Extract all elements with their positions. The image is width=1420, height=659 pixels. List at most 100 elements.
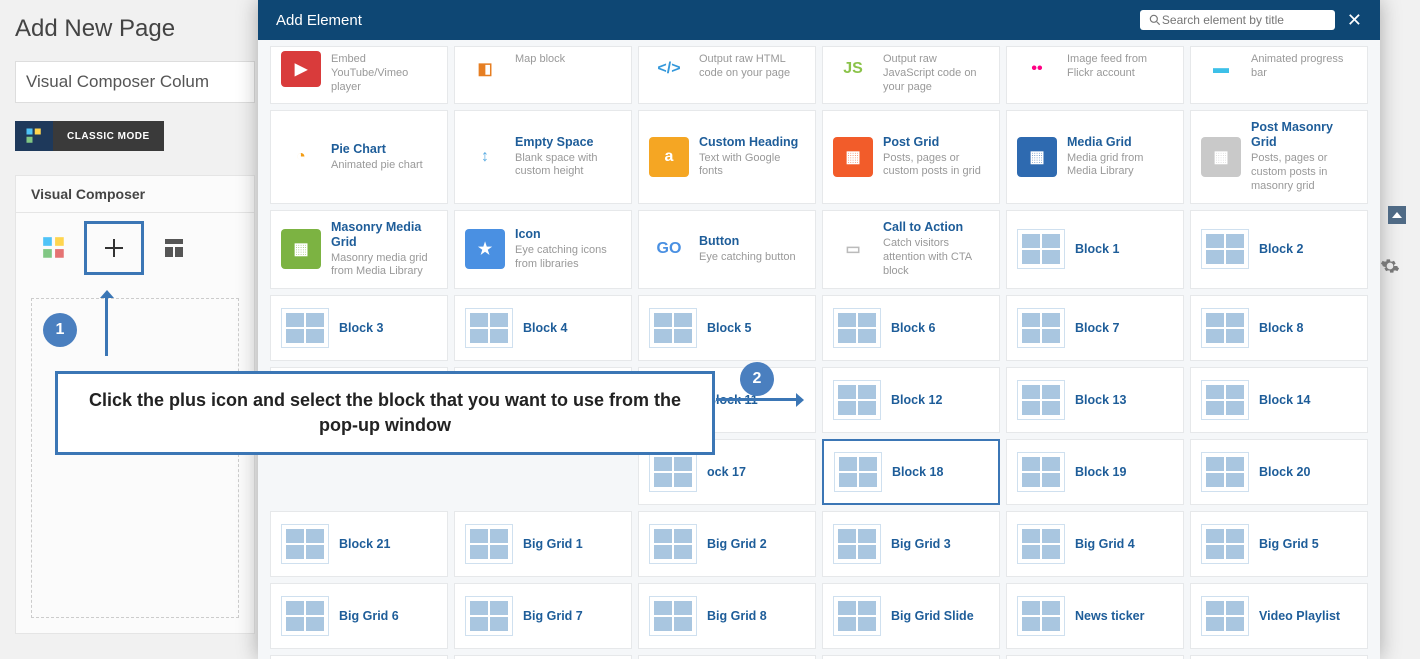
element-cell[interactable]: Block 19 [1006, 439, 1184, 505]
element-desc: Media grid from Media Library [1067, 152, 1173, 180]
element-icon: ◧ [465, 51, 505, 87]
element-cell[interactable]: Big Grid 7 [454, 583, 632, 649]
element-cell[interactable]: ▭Call to ActionCatch visitors attention … [822, 210, 1000, 290]
element-cell[interactable]: Popular category [1006, 655, 1184, 659]
element-cell[interactable]: Big Grid 4 [1006, 511, 1184, 577]
vc-logo-tool[interactable] [24, 221, 84, 275]
element-icon: ★ [465, 229, 505, 269]
element-cell[interactable]: ▦Masonry Media GridMasonry media grid fr… [270, 210, 448, 290]
element-desc: Posts, pages or custom posts in masonry … [1251, 152, 1357, 193]
element-cell[interactable]: </>Output raw HTML code on your page [638, 46, 816, 104]
element-cell[interactable]: Block 12 [822, 367, 1000, 433]
element-cell[interactable]: ◧ Map block [454, 46, 632, 104]
element-cell[interactable]: ◔Pie ChartAnimated pie chart [270, 110, 448, 203]
element-icon: GO [649, 229, 689, 269]
annotation-arrow-2 [716, 398, 796, 401]
element-cell[interactable]: Video Playlist [1190, 583, 1368, 649]
add-element-modal: Add Element ✕ ▶Embed YouTube/Vimeo playe… [258, 0, 1380, 659]
element-cell[interactable]: Big Grid 5 [1190, 511, 1368, 577]
element-cell[interactable]: Block 7 [1006, 295, 1184, 361]
annotation-bubble-1: 1 [43, 313, 77, 347]
element-cell[interactable]: Ad box [454, 655, 632, 659]
element-title: Icon [515, 227, 621, 242]
scroll-up-icon[interactable] [1388, 206, 1406, 224]
element-cell[interactable]: Authors box [638, 655, 816, 659]
element-cell[interactable]: Block 6 [822, 295, 1000, 361]
classic-mode-button[interactable]: CLASSIC MODE [53, 121, 164, 151]
template-button[interactable] [144, 221, 204, 275]
element-desc: Blank space with custom height [515, 152, 621, 180]
page-title-input[interactable] [15, 61, 255, 103]
element-icon: ▭ [833, 229, 873, 269]
annotation-bubble-2: 2 [740, 362, 774, 396]
modal-title: Add Element [276, 12, 362, 29]
element-desc: Catch visitors attention with CTA block [883, 237, 989, 278]
element-cell[interactable]: Block 20 [1190, 439, 1368, 505]
element-icon: •• [1017, 51, 1057, 87]
element-cell[interactable]: Block 8 [1190, 295, 1368, 361]
element-cell[interactable]: Block 2 [1190, 210, 1368, 290]
element-cell[interactable]: ▦Post Masonry GridPosts, pages or custom… [1190, 110, 1368, 203]
element-cell[interactable]: Block 1 [1006, 210, 1184, 290]
element-cell[interactable]: Big Grid 2 [638, 511, 816, 577]
layout-thumb-icon [465, 596, 513, 636]
element-cell[interactable]: JSOutput raw JavaScript code on your pag… [822, 46, 1000, 104]
element-title: Block 1 [1075, 242, 1173, 257]
annotation-arrow-1 [105, 298, 108, 356]
layout-thumb-icon [1201, 452, 1249, 492]
layout-thumb-icon [1201, 308, 1249, 348]
element-title: Custom Heading [699, 135, 805, 150]
element-cell[interactable]: Big Grid Slide [822, 583, 1000, 649]
layout-thumb-icon [1017, 452, 1065, 492]
element-title: Big Grid 5 [1259, 537, 1357, 552]
close-icon[interactable]: ✕ [1341, 10, 1368, 31]
element-desc: Animated progress bar [1251, 53, 1357, 81]
element-cell[interactable]: Homepage post [822, 655, 1000, 659]
element-cell[interactable]: Block 18 [822, 439, 1000, 505]
layout-thumb-icon [833, 596, 881, 636]
element-cell[interactable]: Block 14 [1190, 367, 1368, 433]
element-cell[interactable]: Block 5 [638, 295, 816, 361]
layout-thumb-icon [1017, 229, 1065, 269]
element-cell[interactable]: News ticker [1006, 583, 1184, 649]
element-icon: ▦ [281, 229, 321, 269]
element-cell[interactable]: ▬Animated progress bar [1190, 46, 1368, 104]
element-cell[interactable]: Block 3 [270, 295, 448, 361]
layout-thumb-icon [1201, 524, 1249, 564]
gear-icon[interactable] [1380, 256, 1400, 281]
element-cell[interactable]: Big Grid 3 [822, 511, 1000, 577]
add-element-button[interactable] [84, 221, 144, 275]
element-cell[interactable]: ★IconEye catching icons from libraries [454, 210, 632, 290]
element-cell[interactable]: Big Grid 8 [638, 583, 816, 649]
layout-thumb-icon [833, 380, 881, 420]
element-icon: JS [833, 51, 873, 87]
layout-thumb-icon [833, 524, 881, 564]
element-desc: Posts, pages or custom posts in grid [883, 152, 989, 180]
modal-header: Add Element ✕ [258, 0, 1380, 40]
element-cell[interactable]: Block 4 [454, 295, 632, 361]
element-cell[interactable]: ▦Media GridMedia grid from Media Library [1006, 110, 1184, 203]
element-cell[interactable]: ↕Empty SpaceBlank space with custom heig… [454, 110, 632, 203]
layout-thumb-icon [649, 452, 697, 492]
element-cell[interactable]: Block 21 [270, 511, 448, 577]
layout-thumb-icon [1201, 229, 1249, 269]
search-input[interactable] [1162, 13, 1327, 27]
element-desc: Map block [515, 53, 621, 67]
element-desc: Masonry media grid from Media Library [331, 252, 437, 280]
element-cell[interactable]: Video Playlist [270, 655, 448, 659]
element-cell[interactable]: ▦Post GridPosts, pages or custom posts i… [822, 110, 1000, 203]
element-title: Big Grid 4 [1075, 537, 1173, 552]
element-title: Big Grid 7 [523, 609, 621, 624]
element-title: Block 8 [1259, 321, 1357, 336]
element-cell[interactable]: Big Grid 6 [270, 583, 448, 649]
element-cell[interactable]: ▶Embed YouTube/Vimeo player [270, 46, 448, 104]
element-cell[interactable]: aCustom HeadingText with Google fonts [638, 110, 816, 203]
search-box[interactable] [1140, 10, 1335, 30]
element-cell[interactable]: Block 13 [1006, 367, 1184, 433]
element-cell[interactable]: Slide [1190, 655, 1368, 659]
element-cell[interactable]: GOButtonEye catching button [638, 210, 816, 290]
element-cell[interactable]: Big Grid 1 [454, 511, 632, 577]
layout-thumb-icon [834, 452, 882, 492]
element-desc: Embed YouTube/Vimeo player [331, 53, 437, 94]
element-cell[interactable]: ••Image feed from Flickr account [1006, 46, 1184, 104]
